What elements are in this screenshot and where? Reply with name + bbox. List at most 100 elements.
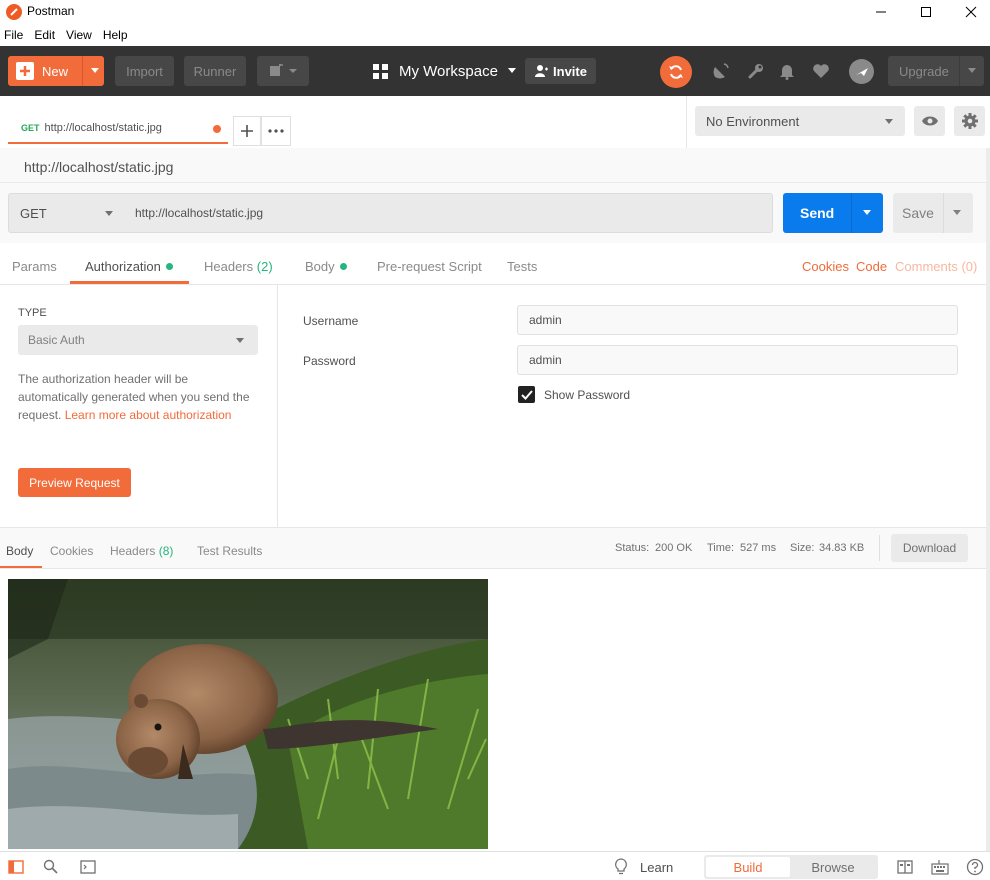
satellite-icon[interactable] [710, 60, 732, 82]
chevron-down-icon [104, 210, 114, 217]
help-icon[interactable] [966, 858, 984, 876]
password-field[interactable]: admin [517, 345, 958, 375]
menu-bar: File Edit View Help [0, 24, 990, 46]
response-headers-count: (8) [158, 544, 174, 558]
chevron-down-icon [884, 118, 894, 125]
plus-icon [16, 62, 34, 80]
new-window-button[interactable] [257, 56, 309, 86]
tab-authorization[interactable]: Authorization [85, 259, 173, 274]
show-password-label[interactable]: Show Password [544, 388, 630, 402]
response-headers-label: Headers [110, 544, 156, 558]
maximize-icon[interactable] [903, 0, 949, 24]
learn-link[interactable]: Learn [640, 860, 673, 875]
more-tabs-button[interactable] [261, 116, 291, 146]
tab-authorization-label: Authorization [85, 259, 161, 274]
tab-body[interactable]: Body [305, 259, 347, 274]
download-button[interactable]: Download [891, 534, 968, 562]
size-label: Size: [790, 542, 815, 554]
menu-file[interactable]: File [4, 28, 23, 42]
upgrade-button[interactable]: Upgrade [888, 56, 984, 86]
active-dot-icon [165, 263, 173, 271]
workspace-chevron-icon [507, 67, 517, 75]
postman-logo-icon [6, 4, 22, 20]
show-password-checkbox[interactable] [518, 386, 535, 403]
code-link[interactable]: Code [856, 259, 887, 274]
runner-button[interactable]: Runner [184, 56, 246, 86]
wrench-icon[interactable] [745, 60, 767, 82]
scrollbar[interactable] [986, 148, 990, 851]
chevron-down-icon [235, 337, 245, 344]
invite-button[interactable]: Invite [525, 58, 596, 84]
keyboard-icon[interactable] [931, 858, 949, 876]
upgrade-chevron-icon[interactable] [967, 67, 977, 75]
tab-headers[interactable]: Headers (2) [204, 259, 273, 274]
headers-count: (2) [256, 259, 273, 274]
add-user-icon [534, 64, 549, 78]
avatar[interactable] [849, 59, 874, 84]
size-value: 34.83 KB [819, 542, 865, 554]
build-tab[interactable]: Build [706, 857, 790, 877]
comments-link[interactable]: Comments (0) [895, 259, 977, 274]
tab-params[interactable]: Params [12, 259, 57, 274]
request-tab[interactable]: GET http://localhost/static.jpg [8, 114, 228, 144]
cookies-link[interactable]: Cookies [802, 259, 849, 274]
more-icon [268, 129, 284, 133]
menu-view[interactable]: View [66, 28, 92, 42]
send-button[interactable]: Send [783, 193, 883, 233]
browse-tab[interactable]: Browse [790, 857, 876, 877]
auth-type-value: Basic Auth [28, 333, 85, 347]
sync-icon[interactable] [660, 56, 692, 88]
new-window-icon [270, 64, 297, 76]
preview-request-button[interactable]: Preview Request [18, 468, 131, 497]
send-chevron-icon[interactable] [862, 209, 872, 216]
save-chevron-icon[interactable] [952, 209, 962, 216]
two-pane-icon[interactable] [896, 858, 914, 876]
auth-type-select[interactable]: Basic Auth [18, 325, 258, 355]
method-select[interactable]: GET [8, 193, 125, 233]
save-button[interactable]: Save [893, 193, 973, 233]
status-value: 200 OK [655, 542, 693, 554]
bell-icon[interactable] [776, 60, 798, 82]
search-icon[interactable] [42, 858, 60, 876]
response-tab-test-results[interactable]: Test Results [197, 544, 262, 558]
tab-prerequest-script[interactable]: Pre-request Script [377, 259, 482, 274]
url-input[interactable]: http://localhost/static.jpg [124, 193, 773, 233]
learn-more-link[interactable]: Learn more about authorization [65, 408, 232, 422]
new-dropdown-chevron-icon[interactable] [90, 67, 100, 75]
heart-icon[interactable] [810, 60, 832, 82]
unsaved-dot-icon [213, 125, 221, 133]
check-icon [520, 389, 533, 400]
environment-value: No Environment [706, 113, 800, 129]
type-label: TYPE [18, 307, 47, 319]
workspace-selector[interactable]: My Workspace [373, 56, 517, 86]
active-dot-icon [339, 263, 347, 271]
new-tab-button[interactable] [233, 116, 261, 146]
request-title[interactable]: http://localhost/static.jpg [24, 159, 173, 175]
upgrade-label: Upgrade [899, 63, 949, 79]
time-value: 527 ms [740, 542, 777, 554]
lightbulb-icon[interactable] [612, 858, 630, 876]
auth-description: The authorization header will be automat… [18, 370, 254, 424]
sidebar-toggle-icon[interactable] [7, 858, 25, 876]
gear-icon[interactable] [954, 106, 985, 136]
console-icon[interactable] [79, 858, 97, 876]
grid-icon [373, 63, 388, 79]
eye-icon[interactable] [914, 106, 945, 136]
import-button[interactable]: Import [115, 56, 174, 86]
username-field[interactable]: admin [517, 305, 958, 335]
username-label: Username [303, 314, 359, 328]
time-label: Time: [707, 542, 735, 554]
response-tab-cookies[interactable]: Cookies [50, 544, 93, 558]
response-tab-headers[interactable]: Headers (8) [110, 544, 173, 558]
status-label: Status: [615, 542, 650, 554]
new-button[interactable]: New [8, 56, 104, 86]
tab-tests[interactable]: Tests [507, 259, 537, 274]
save-label: Save [902, 205, 934, 221]
response-tab-body[interactable]: Body [6, 544, 33, 558]
minimize-icon[interactable] [858, 0, 904, 24]
menu-help[interactable]: Help [103, 28, 128, 42]
menu-edit[interactable]: Edit [34, 28, 55, 42]
environment-select[interactable]: No Environment [695, 106, 905, 136]
title-bar [0, 0, 990, 24]
close-window-icon[interactable] [948, 0, 990, 24]
